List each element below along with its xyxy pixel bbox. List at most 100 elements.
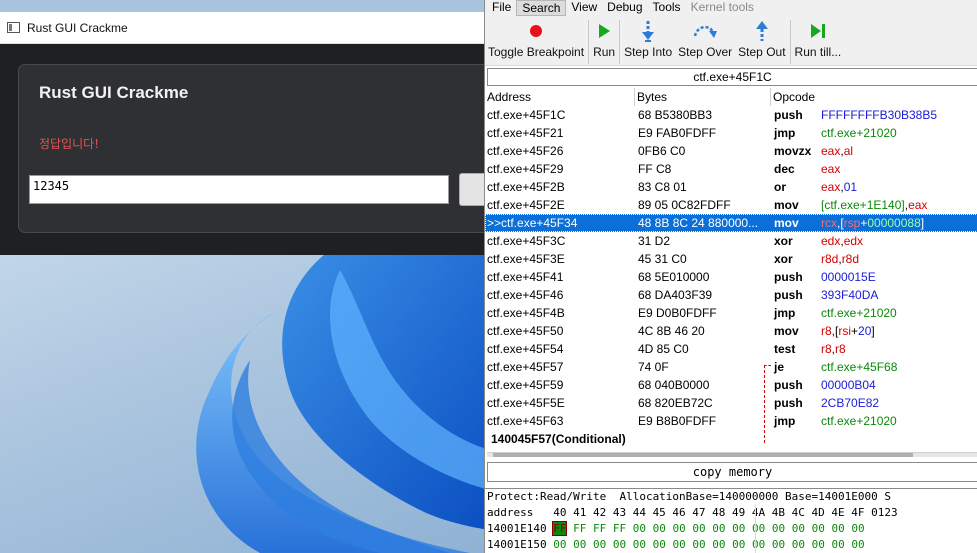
hex-byte[interactable]: 00 (692, 538, 705, 551)
hex-byte[interactable]: 00 (613, 538, 626, 551)
serial-input[interactable]: 12345 (29, 175, 449, 204)
disassembly-row[interactable]: ctf.exe+45F21 E9 FAB0FDFF jmp ctf.exe+21020 (485, 124, 977, 142)
operand-token: rsi (838, 324, 852, 338)
hex-byte[interactable]: 00 (851, 522, 864, 535)
hex-byte[interactable]: 00 (812, 538, 825, 551)
menu-file[interactable]: File (487, 0, 516, 16)
row-bytes: 68 B5380BB3 (638, 108, 713, 122)
menu-search[interactable]: Search (516, 0, 567, 16)
copy-memory-field[interactable]: copy memory (487, 462, 977, 482)
operand-token: 0000015E (821, 270, 876, 284)
crackme-heading: Rust GUI Crackme (39, 83, 189, 102)
menu-bar: File Search View Debug Tools Kernel tool… (485, 0, 977, 16)
hex-row[interactable]: 14001E140 FF FF FF FF 00 00 00 00 00 00 … (485, 521, 977, 537)
step-into-button[interactable]: Step Into (621, 20, 675, 64)
hex-byte[interactable]: 00 (752, 538, 765, 551)
hex-byte[interactable]: 00 (573, 538, 586, 551)
disassembly-row[interactable]: ctf.exe+45F46 68 DA403F39 push 393F40DA (485, 286, 977, 304)
row-operands: edx,edx (821, 234, 977, 248)
operand-token: eax (821, 180, 841, 194)
hex-byte[interactable]: FF (593, 522, 606, 535)
row-operands: eax,al (821, 144, 977, 158)
hex-byte[interactable]: 00 (593, 538, 606, 551)
hex-byte[interactable]: 00 (653, 538, 666, 551)
disassembly-row[interactable]: ctf.exe+45F2E 89 05 0C82FDFF mov [ctf.exe+1… (485, 196, 977, 214)
hex-byte[interactable]: FF (613, 522, 626, 535)
hex-byte[interactable]: 00 (831, 522, 844, 535)
disassembly-row[interactable]: ctf.exe+45F1C 68 B5380BB3 push FFFFFFFFB30B… (485, 106, 977, 124)
hex-byte[interactable]: 00 (851, 538, 864, 551)
disassembly-row[interactable]: ctf.exe+45F3E 45 31 C0 xor r8d,r8d (485, 250, 977, 268)
hex-byte[interactable]: 00 (712, 538, 725, 551)
operand-token: ctf.exe+45F68 (821, 360, 898, 374)
crackme-titlebar[interactable]: Rust GUI Crackme (0, 12, 490, 44)
hex-byte[interactable]: 00 (752, 522, 765, 535)
row-address: ctf.exe+45F1C (487, 108, 566, 122)
operand-token: + (851, 324, 859, 338)
hex-row[interactable]: 14001E150 00 00 00 00 00 00 00 00 00 00 … (485, 537, 977, 553)
run-till-button[interactable]: Run till... (792, 20, 845, 64)
operand-token: edx (821, 234, 841, 248)
step-over-button[interactable]: Step Over (675, 20, 735, 64)
current-address-field[interactable]: ctf.exe+45F1C (487, 68, 977, 86)
operand-token: eax (821, 162, 841, 176)
disassembly-row[interactable]: ctf.exe+45F4B E9 D0B0FDFF jmp ctf.exe+21020 (485, 304, 977, 322)
run-icon (596, 20, 612, 42)
disassembly-row[interactable]: ctf.exe+45F3C 31 D2 xor edx,edx (485, 232, 977, 250)
step-out-button[interactable]: Step Out (735, 20, 788, 64)
disassembly-row[interactable]: ctf.exe+45F41 68 5E010000 push 0000015E (485, 268, 977, 286)
toggle-breakpoint-button[interactable]: Toggle Breakpoint (485, 20, 587, 64)
hex-byte[interactable]: 00 (831, 538, 844, 551)
scrollbar-thumb[interactable] (493, 453, 913, 457)
disassembly-row[interactable]: ctf.exe+45F63 E9 B8B0FDFF jmp ctf.exe+21020 (485, 412, 977, 430)
row-address: >>ctf.exe+45F34 (487, 216, 578, 230)
disassembly-row[interactable]: ctf.exe+45F5E 68 820EB72C push 2CB70E82 (485, 394, 977, 412)
disassembly-view[interactable]: Address Bytes Opcode ctf.exe+45F1C 68 B53… (485, 88, 977, 446)
hex-byte[interactable]: FF (552, 521, 568, 536)
hex-byte[interactable]: 00 (792, 538, 805, 551)
row-mnemonic: mov (774, 216, 799, 230)
row-mnemonic: test (774, 342, 796, 356)
disassembly-row[interactable]: ctf.exe+45F2B 83 C8 01 or eax,01 (485, 178, 977, 196)
hex-byte[interactable]: 00 (812, 522, 825, 535)
row-operands: [ctf.exe+1E140],eax (821, 198, 977, 212)
disassembly-row[interactable]: ctf.exe+45F29 FF C8 dec eax (485, 160, 977, 178)
menu-debug[interactable]: Debug (602, 0, 647, 16)
hex-byte[interactable]: 00 (633, 522, 646, 535)
column-header-opcode[interactable]: Opcode (771, 88, 977, 106)
hex-byte[interactable]: 00 (732, 538, 745, 551)
hex-byte[interactable]: 00 (633, 538, 646, 551)
hex-byte[interactable]: 00 (712, 522, 725, 535)
hex-byte[interactable]: 00 (692, 522, 705, 535)
horizontal-scrollbar[interactable] (487, 452, 977, 457)
hex-byte[interactable]: 00 (732, 522, 745, 535)
hex-dump-view[interactable]: Protect:Read/Write AllocationBase=140000… (485, 488, 977, 553)
hex-byte[interactable]: 00 (772, 538, 785, 551)
disassembly-row[interactable]: ctf.exe+45F59 68 040B0000 push 00000B04 (485, 376, 977, 394)
disassembly-row[interactable]: ctf.exe+45F57 74 0F je ctf.exe+45F68 (485, 358, 977, 376)
menu-view[interactable]: View (566, 0, 602, 16)
column-header-bytes[interactable]: Bytes (635, 88, 771, 106)
column-header-address[interactable]: Address (485, 88, 635, 106)
menu-tools[interactable]: Tools (648, 0, 686, 16)
hex-byte[interactable]: FF (573, 522, 586, 535)
row-bytes: 83 C8 01 (638, 180, 687, 194)
hex-byte[interactable]: 00 (772, 522, 785, 535)
disassembly-row[interactable]: ctf.exe+45F50 4C 8B 46 20 mov r8,[rsi+20] (485, 322, 977, 340)
hex-byte[interactable]: 00 (672, 538, 685, 551)
row-bytes: E9 D0B0FDFF (638, 306, 717, 320)
hex-byte[interactable]: 00 (672, 522, 685, 535)
jump-arrow-line (764, 365, 765, 443)
disassembly-row[interactable]: ctf.exe+45F54 4D 85 C0 test r8,r8 (485, 340, 977, 358)
row-address: ctf.exe+45F29 (487, 162, 564, 176)
row-bytes: 31 D2 (638, 234, 671, 248)
toolbar-separator (789, 20, 791, 64)
disassembly-row-current[interactable]: >>ctf.exe+45F34 48 8B 8C 24 880000... mov r… (485, 214, 977, 232)
disassembly-row[interactable]: ctf.exe+45F26 0FB6 C0 movzx eax,al (485, 142, 977, 160)
menu-kernel-tools[interactable]: Kernel tools (686, 0, 759, 16)
hex-byte[interactable]: 00 (653, 522, 666, 535)
hex-byte[interactable]: 00 (792, 522, 805, 535)
hex-byte[interactable]: 00 (553, 538, 566, 551)
toolbar-label: Run (593, 45, 616, 59)
run-button[interactable]: Run (590, 20, 618, 64)
